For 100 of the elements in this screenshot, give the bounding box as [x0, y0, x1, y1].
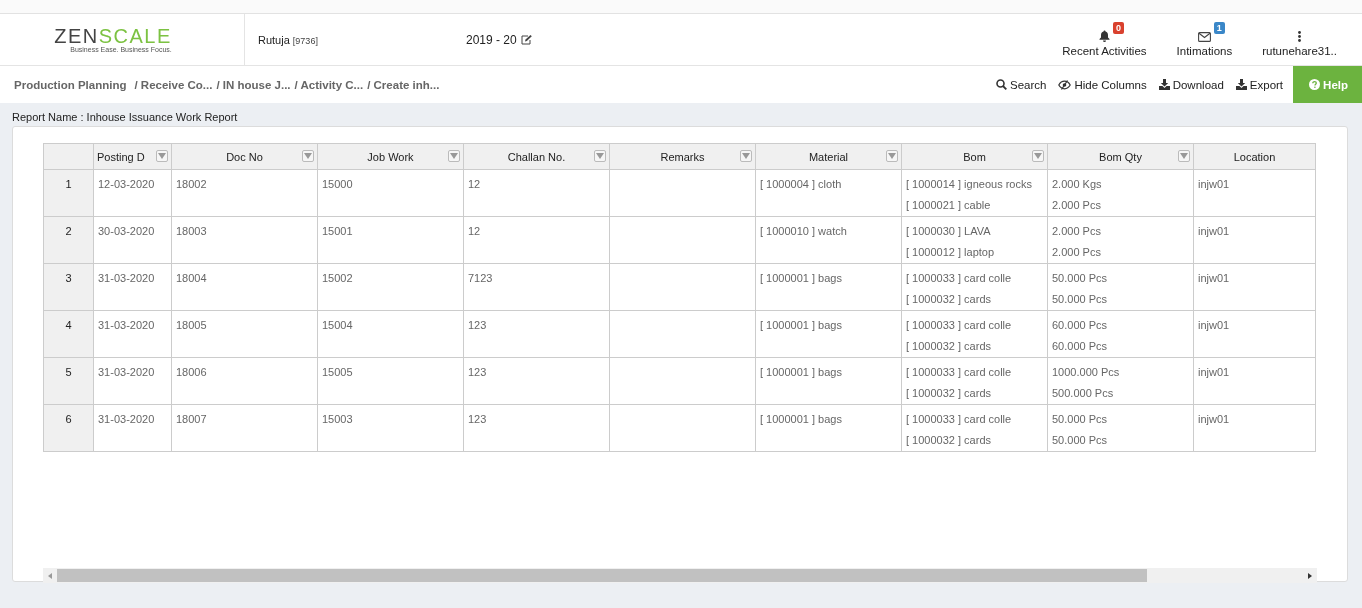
table-cell-text: [ 1000001 ] bags	[760, 365, 843, 380]
user-name: Rutuja [9736]	[258, 33, 319, 46]
table-cell-text: [ 1000033 ] card colle	[906, 318, 1013, 333]
table-cell-text: [ 1000032 ] cards	[906, 433, 992, 448]
download-icon	[1235, 79, 1247, 90]
column-header[interactable]: Remarks	[609, 143, 756, 170]
table-cell-text: 60.000 Pcs	[1052, 339, 1109, 354]
table-cell-text: 2.000 Pcs	[1052, 245, 1102, 260]
table-cell-text: 50.000 Pcs	[1052, 292, 1109, 307]
column-header[interactable]: Doc No	[171, 143, 318, 170]
header-cell	[43, 143, 94, 170]
report-name: Report Name : Inhouse Issuance Work Report	[12, 110, 239, 125]
table-cell-text: 18005	[176, 318, 208, 333]
table-cell-text: [ 1000030 ] LAVA	[906, 224, 992, 239]
table-cell-text: 12	[468, 177, 482, 192]
table-cell-text: 15001	[322, 224, 354, 239]
filter-icon[interactable]	[156, 150, 168, 162]
table-cell-text: 31-03-2020	[98, 365, 156, 380]
column-header[interactable]: Material	[755, 143, 902, 170]
table-cell-text: 123	[468, 365, 488, 380]
breadcrumb-link[interactable]: / IN house J...	[216, 78, 291, 91]
table-cell-text: [ 1000033 ] card colle	[906, 412, 1013, 427]
breadcrumb-link[interactable]: / Activity C...	[294, 78, 364, 91]
table-cell-text: 30-03-2020	[98, 224, 156, 239]
horizontal-scrollbar[interactable]	[43, 568, 1317, 583]
column-header[interactable]: Bom	[901, 143, 1048, 170]
table-cell-text: 50.000 Pcs	[1052, 433, 1109, 448]
table-cell-text: [ 1000001 ] bags	[760, 318, 843, 333]
filter-icon[interactable]	[302, 150, 314, 162]
edit-icon	[520, 34, 532, 45]
bell-icon	[1098, 30, 1110, 42]
table-cell-text: 15003	[322, 412, 354, 427]
table-cell-text: injw01	[1198, 318, 1231, 333]
table-cell-text: 18007	[176, 412, 208, 427]
table-cell-text: 15004	[322, 318, 354, 333]
column-header[interactable]: Location	[1193, 143, 1316, 170]
table-cell-text: [ 1000032 ] cards	[906, 386, 992, 401]
table-cell-text: [ 1000001 ] bags	[760, 271, 843, 286]
table-cell-text: [ 1000021 ] cable	[906, 198, 992, 213]
filter-icon[interactable]	[594, 150, 606, 162]
row-number: 3	[43, 263, 94, 311]
table-cell-text: 18006	[176, 365, 208, 380]
table-cell-text: 123	[468, 412, 488, 427]
toolbar-button[interactable]: Search	[990, 78, 1053, 91]
table-cell-text: [ 1000010 ] watch	[760, 224, 848, 239]
table-cell-text: 18003	[176, 224, 208, 239]
breadcrumb-link[interactable]: Production Planning	[14, 78, 127, 91]
table-cell-text: [ 1000014 ] igneous rocks	[906, 177, 1033, 192]
table-cell-text: [ 1000012 ] laptop	[906, 245, 996, 260]
table-cell-text: 15002	[322, 271, 354, 286]
table-cell-text: injw01	[1198, 177, 1231, 192]
toolbar-button[interactable]: Export	[1229, 78, 1290, 91]
row-number: 4	[43, 310, 94, 358]
table-cell-text: [ 1000032 ] cards	[906, 292, 992, 307]
filter-icon[interactable]	[1032, 150, 1044, 162]
search-icon	[996, 79, 1007, 90]
table-cell-text: 18004	[176, 271, 208, 286]
financial-year: 2019 - 20	[466, 32, 517, 47]
table-cell-text: injw01	[1198, 412, 1231, 427]
column-header[interactable]: Bom Qty	[1047, 143, 1194, 170]
filter-icon[interactable]	[448, 150, 460, 162]
table-cell-text: 31-03-2020	[98, 318, 156, 333]
table-cell-text: injw01	[1198, 224, 1231, 239]
table-cell-text: injw01	[1198, 365, 1231, 380]
filter-icon[interactable]	[886, 150, 898, 162]
filter-icon[interactable]	[740, 150, 752, 162]
breadcrumb-link[interactable]: / Receive Co...	[134, 78, 213, 91]
table-cell-text: 1000.000 Pcs	[1052, 365, 1121, 380]
table-cell-text: [ 1000004 ] cloth	[760, 177, 843, 192]
table-cell-text: 50.000 Pcs	[1052, 271, 1109, 286]
table-cell-text: 15000	[322, 177, 354, 192]
row-number: 5	[43, 357, 94, 405]
table-cell-text: 2.000 Kgs	[1052, 177, 1103, 192]
column-header[interactable]: Job Work	[317, 143, 464, 170]
mail-icon	[1197, 32, 1211, 42]
table-cell-text: 50.000 Pcs	[1052, 412, 1109, 427]
header-action[interactable]: rutunehare31..	[1247, 22, 1352, 57]
filter-icon[interactable]	[1178, 150, 1190, 162]
table-cell-text: 123	[468, 318, 488, 333]
table-cell-text: 31-03-2020	[98, 271, 156, 286]
table-cell-text: [ 1000033 ] card colle	[906, 365, 1013, 380]
table-cell-text: 31-03-2020	[98, 412, 156, 427]
table-cell-text: 2.000 Pcs	[1052, 224, 1102, 239]
header-action[interactable]: 1 Intimations	[1161, 22, 1248, 57]
toolbar-button[interactable]: Download	[1152, 78, 1230, 91]
download-icon	[1158, 79, 1170, 90]
table-cell-text: [ 1000032 ] cards	[906, 339, 992, 354]
column-header[interactable]: Posting D	[93, 143, 172, 170]
count-badge: 1	[1213, 22, 1225, 34]
table-cell-text: 60.000 Pcs	[1052, 318, 1109, 333]
help-icon	[1309, 79, 1321, 90]
table-cell-text: [ 1000033 ] card colle	[906, 271, 1013, 286]
table-cell-text: 12-03-2020	[98, 177, 156, 192]
column-header[interactable]: Challan No.	[463, 143, 610, 170]
breadcrumb-link[interactable]: / Create inh...	[367, 78, 440, 91]
header-action[interactable]: 0 Recent Activities	[1047, 22, 1162, 57]
toolbar-button[interactable]: Hide Columns	[1052, 78, 1153, 91]
table-cell-text: 500.000 Pcs	[1052, 386, 1115, 401]
table-cell-text: 7123	[468, 271, 494, 286]
table-cell-text: 15005	[322, 365, 354, 380]
